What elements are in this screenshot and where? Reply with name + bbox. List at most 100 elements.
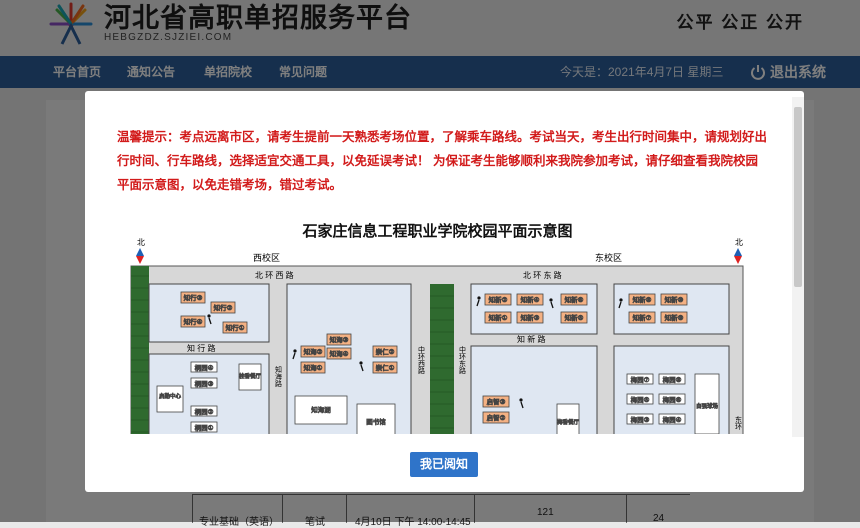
road-label: 中环东路 xyxy=(459,345,467,375)
north-label: 北 xyxy=(137,238,145,247)
building-zhixin-6: 知新⑥ xyxy=(560,293,588,306)
road-label: 东环 xyxy=(735,415,743,431)
north-arrow-icon xyxy=(136,248,144,264)
building-meiyuan-3: 梅园③ xyxy=(626,413,654,425)
road-label: 知 行 路 xyxy=(187,343,215,353)
svg-text:知海①: 知海① xyxy=(304,363,323,372)
building-chongren-1: 崇仁① xyxy=(372,361,398,374)
svg-text:梅园⑥: 梅园⑥ xyxy=(663,395,682,404)
building-zhixin-9: 知新⑨ xyxy=(660,311,688,324)
svg-text:桂香餐厅: 桂香餐厅 xyxy=(239,372,262,380)
building-tongyuan-4: 桐园④ xyxy=(190,361,218,373)
svg-text:启智②: 启智② xyxy=(487,413,506,422)
building-qizhi-2: 启智② xyxy=(482,411,510,424)
svg-text:桐园④: 桐园④ xyxy=(195,363,214,372)
svg-text:知海②: 知海② xyxy=(304,347,323,356)
svg-text:崇仁①: 崇仁① xyxy=(376,363,395,372)
building-zhixin-3: 知新③ xyxy=(516,311,544,324)
building-qizhi-3: 启智③ xyxy=(482,395,510,408)
svg-text:知新①: 知新① xyxy=(489,313,508,322)
svg-text:自强球场: 自强球场 xyxy=(696,402,719,410)
svg-text:梅园⑦: 梅园⑦ xyxy=(631,375,650,384)
svg-text:知新⑥: 知新⑥ xyxy=(565,295,584,304)
svg-text:知行④: 知行④ xyxy=(184,317,203,326)
road-label: 中环西路 xyxy=(418,345,426,375)
building-zhixing-3: 知行③ xyxy=(180,291,206,304)
svg-text:桐园③: 桐园③ xyxy=(195,379,214,388)
sports-field-ziqiang: 自强球场 xyxy=(694,373,720,434)
road-label: 知 新 路 xyxy=(517,334,545,344)
building-chongren-2: 崇仁② xyxy=(372,345,398,358)
modal-scrollbar[interactable] xyxy=(792,97,804,437)
green-belt xyxy=(131,266,149,434)
svg-text:桐园②: 桐园② xyxy=(195,407,214,416)
svg-text:知新⑧: 知新⑧ xyxy=(633,295,652,304)
svg-text:知海③: 知海③ xyxy=(330,335,349,344)
campus-east-label: 东校区 xyxy=(595,252,622,263)
building-tongyuan-1: 桐园① xyxy=(190,421,218,433)
building-guixiang: 桂香餐厅 xyxy=(239,363,262,391)
svg-text:知新⑦: 知新⑦ xyxy=(633,313,652,322)
svg-text:知行③: 知行③ xyxy=(184,293,203,302)
zhihai-lake: 知海湖 xyxy=(294,395,348,425)
svg-text:梅园⑤: 梅园⑤ xyxy=(631,395,650,404)
campus-west-label: 西校区 xyxy=(253,252,280,263)
svg-text:知新⑩: 知新⑩ xyxy=(665,295,684,304)
svg-text:知海湖: 知海湖 xyxy=(311,405,331,414)
notice-modal: 温馨提示：考点远离市区，请考生提前一天熟悉考场位置，了解乘车路线。考试当天，考生… xyxy=(85,91,804,492)
building-zhixin-5: 知新⑤ xyxy=(560,311,588,324)
svg-text:桐园①: 桐园① xyxy=(195,423,214,432)
building-tongyuan-2: 桐园② xyxy=(190,405,218,417)
acknowledge-button[interactable]: 我已阅知 xyxy=(410,452,478,477)
green-belt xyxy=(430,284,454,434)
building-zhixing-4: 知行④ xyxy=(180,315,206,328)
svg-text:知海④: 知海④ xyxy=(330,349,349,358)
building-meiyuan-5: 梅园⑤ xyxy=(626,393,654,405)
building-meiyuan-8: 梅园⑧ xyxy=(658,373,686,385)
building-zhixin-1: 知新① xyxy=(484,311,512,324)
building-zhixin-7: 知新⑦ xyxy=(628,311,656,324)
building-zhihai-3: 知海③ xyxy=(326,333,352,346)
building-zhihai-4: 知海④ xyxy=(326,347,352,360)
block-zhixing xyxy=(148,283,270,343)
warning-notice: 温馨提示：考点远离市区，请考生提前一天熟悉考场位置，了解乘车路线。考试当天，考生… xyxy=(117,130,768,192)
building-zhihai-1: 知海① xyxy=(300,361,326,374)
building-meiyuan-4: 梅园④ xyxy=(658,413,686,425)
building-zhixin-2: 知新② xyxy=(484,293,512,306)
building-tongyuan-3: 桐园③ xyxy=(190,377,218,389)
building-zhixin-8: 知新⑧ xyxy=(628,293,656,306)
campus-map-drawing: 北 北 西校区 东校区 北 环 西 路 北 环 东 路 知 行 路 知 新 路 … xyxy=(130,238,744,434)
building-meiyuan-7: 梅园⑦ xyxy=(626,373,654,385)
svg-text:崇仁②: 崇仁② xyxy=(376,347,395,356)
svg-text:知新②: 知新② xyxy=(489,295,508,304)
svg-text:启智③: 启智③ xyxy=(487,397,506,406)
svg-text:图书馆: 图书馆 xyxy=(366,417,386,426)
svg-text:启勤中心: 启勤中心 xyxy=(159,392,182,400)
svg-text:梅香餐厅: 梅香餐厅 xyxy=(557,418,580,426)
building-zhixin-4: 知新④ xyxy=(516,293,544,306)
building-qiqin: 启勤中心 xyxy=(156,385,184,413)
campus-map: 北 北 西校区 东校区 北 环 西 路 北 环 东 路 知 行 路 知 新 路 … xyxy=(125,236,765,434)
svg-text:知行①: 知行① xyxy=(226,323,245,332)
svg-text:知新⑨: 知新⑨ xyxy=(665,313,684,322)
building-zhixing-2: 知行② xyxy=(210,301,236,314)
north-label: 北 xyxy=(735,238,743,247)
building-zhihai-2: 知海② xyxy=(300,345,326,358)
svg-text:梅园⑧: 梅园⑧ xyxy=(663,375,682,384)
svg-text:梅园③: 梅园③ xyxy=(631,415,650,424)
north-arrow-icon xyxy=(734,248,742,264)
svg-text:知新③: 知新③ xyxy=(521,313,540,322)
scrollbar-thumb[interactable] xyxy=(794,107,802,287)
road-label: 知海路 xyxy=(275,365,283,388)
road-label: 北 环 西 路 xyxy=(255,270,294,280)
building-zhixing-1: 知行① xyxy=(222,321,248,334)
svg-text:知行②: 知行② xyxy=(214,303,233,312)
road-label: 北 环 东 路 xyxy=(523,270,562,280)
svg-text:梅园④: 梅园④ xyxy=(663,415,682,424)
library: 图书馆 xyxy=(356,403,396,434)
svg-text:知新④: 知新④ xyxy=(521,295,540,304)
building-zhixin-10: 知新⑩ xyxy=(660,293,688,306)
canteen-meixiang: 梅香餐厅 xyxy=(557,403,580,434)
svg-text:知新⑤: 知新⑤ xyxy=(565,313,584,322)
building-meiyuan-6: 梅园⑥ xyxy=(658,393,686,405)
